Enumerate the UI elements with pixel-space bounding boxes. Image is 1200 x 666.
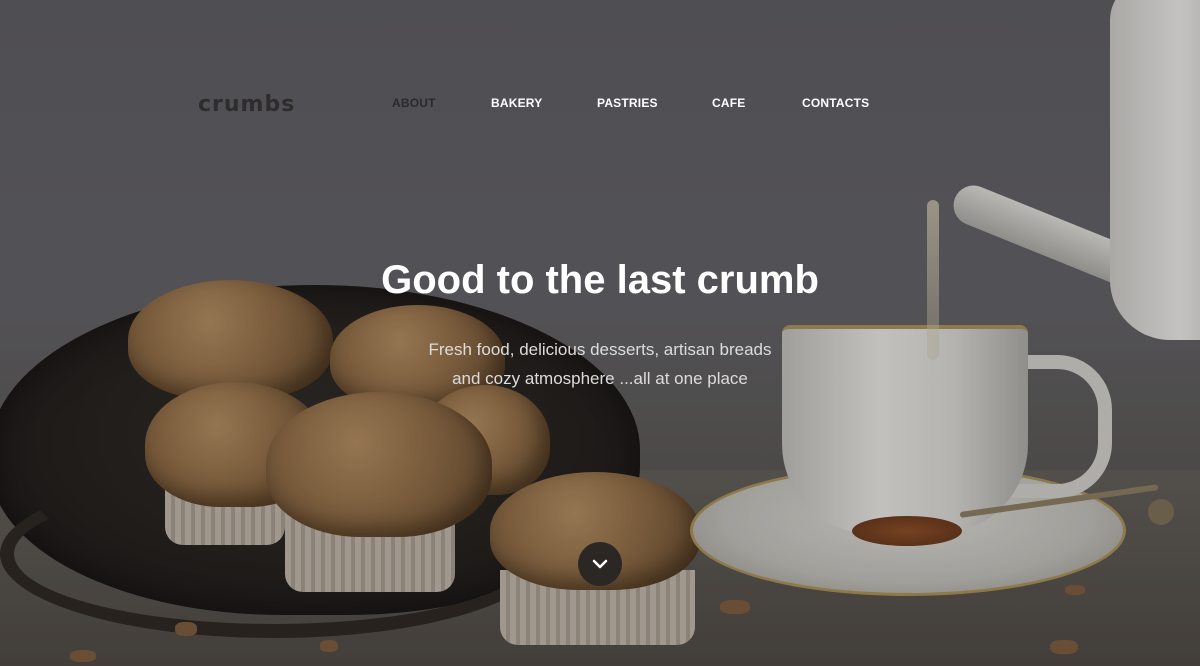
nav-item-cafe[interactable]: CAFE [712,96,745,110]
nav-item-bakery[interactable]: BAKERY [491,96,542,110]
hero-title: Good to the last crumb [381,258,819,302]
hero-subtitle-line-1: Fresh food, delicious desserts, artisan … [428,340,772,359]
hero-subtitle-line-2: and cozy atmosphere ...all at one place [452,369,748,388]
nav-item-pastries[interactable]: PASTRIES [597,96,658,110]
nav-item-about[interactable]: ABOUT [392,96,436,110]
scroll-down-button[interactable] [578,542,622,586]
logo[interactable]: crumbs [198,92,295,117]
nav-item-contacts[interactable]: CONTACTS [802,96,869,110]
chevron-down-icon [592,559,608,569]
